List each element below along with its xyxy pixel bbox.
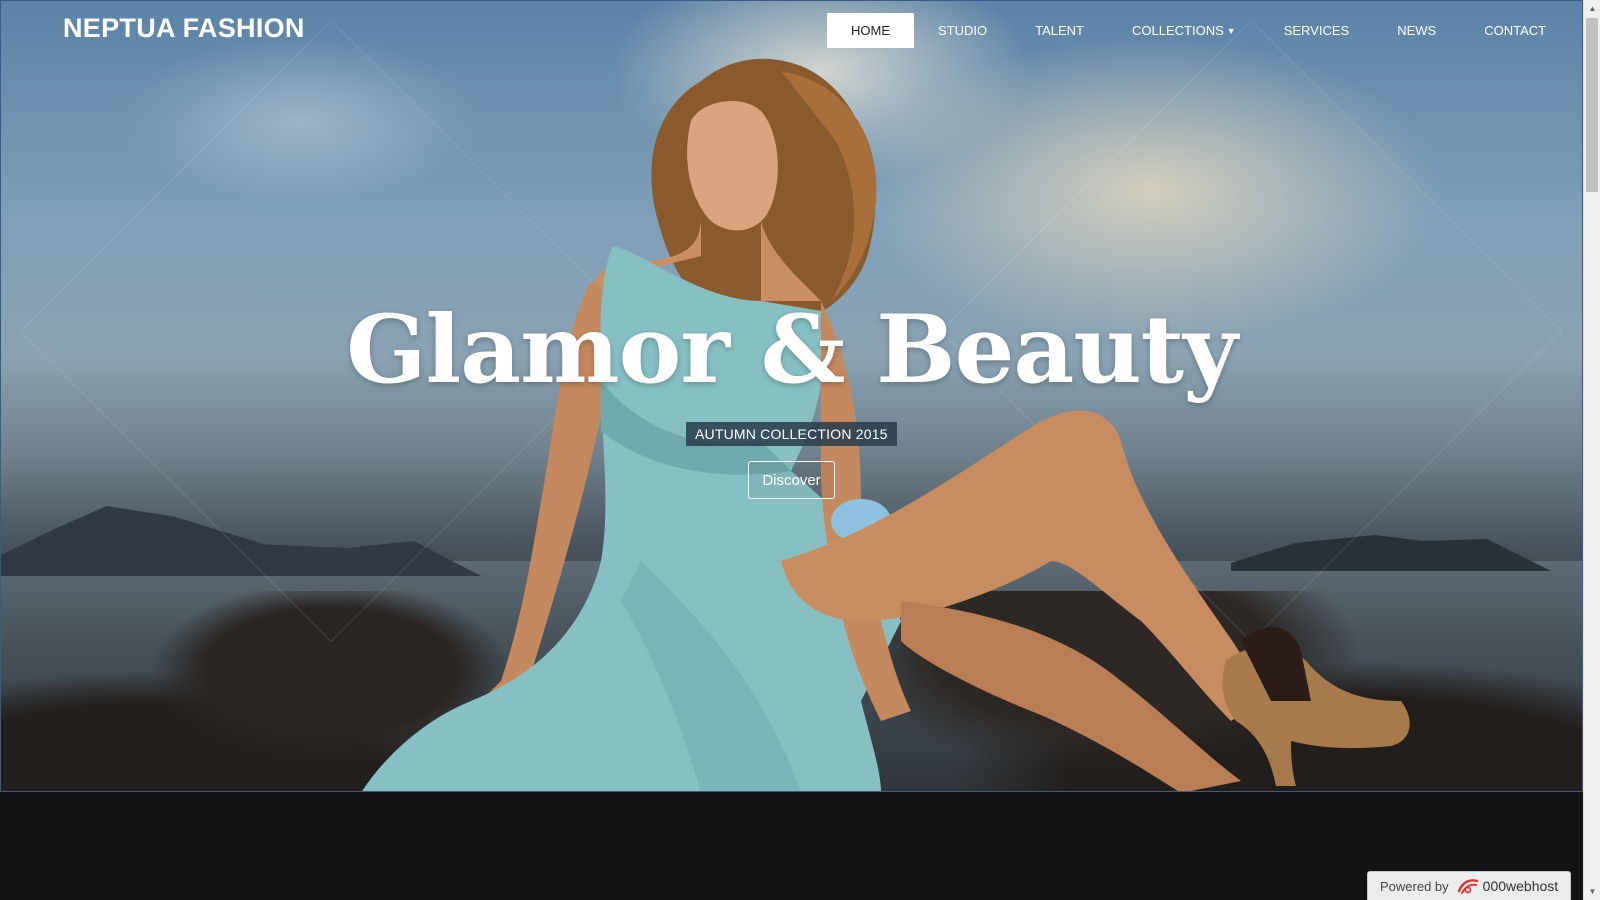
nav-studio[interactable]: STUDIO [914, 13, 1011, 48]
hero-subtitle: AUTUMN COLLECTION 2015 [686, 422, 897, 446]
nav-home[interactable]: HOME [827, 13, 914, 48]
brand-logo[interactable]: NEPTUA FASHION [63, 13, 305, 44]
discover-button[interactable]: Discover [748, 461, 835, 499]
000webhost-logo-icon [1457, 877, 1479, 895]
hero-headline: Glamor & Beauty [346, 295, 1237, 405]
page-scrollbar[interactable]: ▲ ▼ [1583, 0, 1600, 900]
scroll-up-icon[interactable]: ▲ [1584, 0, 1600, 17]
powered-by-label: Powered by [1380, 878, 1449, 894]
scroll-down-icon[interactable]: ▼ [1584, 883, 1600, 900]
nav-collections[interactable]: COLLECTIONS ▼ [1108, 13, 1260, 48]
nav-collections-label: COLLECTIONS [1132, 23, 1224, 38]
nav-talent[interactable]: TALENT [1011, 13, 1108, 48]
nav-contact[interactable]: CONTACT [1460, 13, 1570, 48]
dark-section [0, 793, 1583, 900]
powered-by-badge[interactable]: Powered by 000webhost [1367, 871, 1571, 900]
scroll-thumb[interactable] [1586, 18, 1598, 192]
nav-news[interactable]: NEWS [1373, 13, 1460, 48]
caret-down-icon: ▼ [1226, 25, 1236, 36]
main-nav: HOME STUDIO TALENT COLLECTIONS ▼ SERVICES… [827, 13, 1570, 48]
powered-by-host: 000webhost [1482, 878, 1559, 894]
nav-services[interactable]: SERVICES [1260, 13, 1374, 48]
